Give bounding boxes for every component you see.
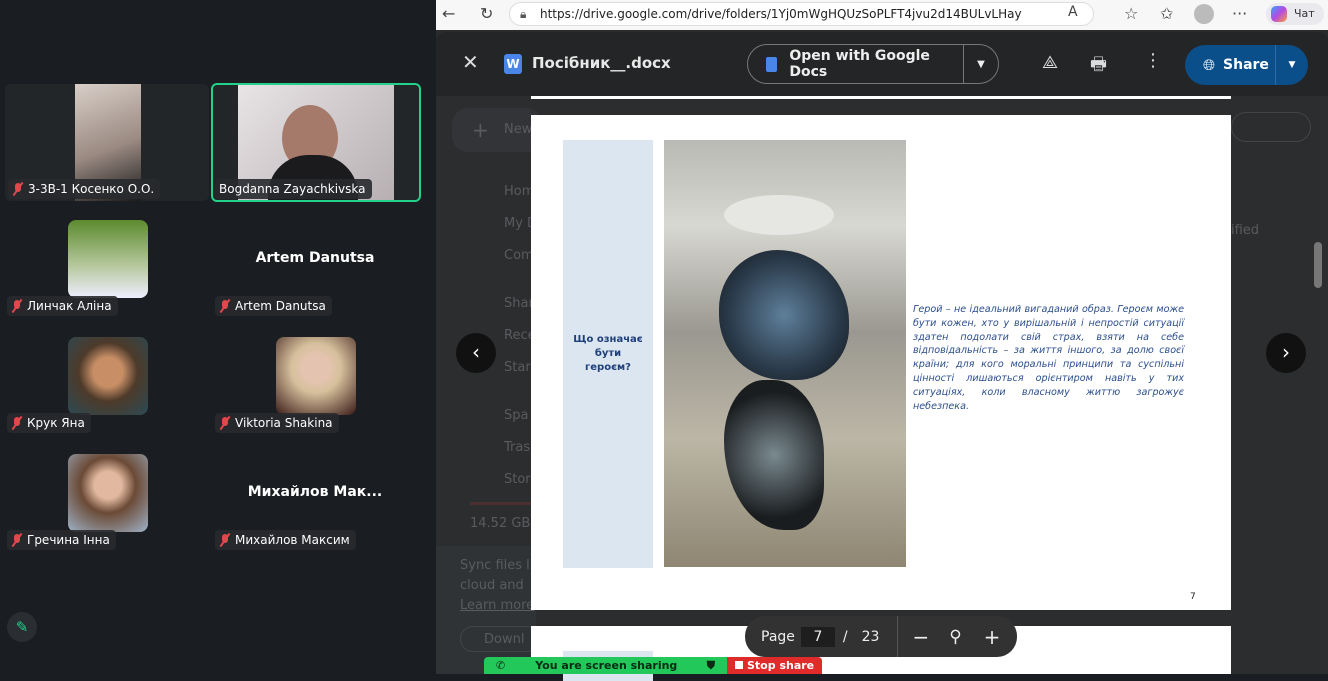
- favorite-star-icon[interactable]: ☆: [1124, 4, 1138, 23]
- print-icon[interactable]: 🖶︎: [1090, 52, 1107, 82]
- document-page: Що означає бути героєм? Герой – не ідеал…: [531, 115, 1231, 610]
- browser-window: ← ↻ 🔒︎ https://drive.google.com/drive/fol…: [436, 0, 1328, 681]
- read-aloud-icon[interactable]: A: [1068, 4, 1078, 20]
- mic-muted-icon: [219, 299, 231, 313]
- stop-icon: [735, 661, 743, 669]
- participant-name-placeholder: Artem Danutsa: [255, 250, 375, 266]
- participant-label: Bogdanna Zayachkivska: [215, 179, 372, 199]
- open-with-button[interactable]: Open with Google Docs ▼: [747, 44, 999, 84]
- participant-avatar: [68, 337, 148, 415]
- share-button[interactable]: 🌐︎ Share ▼: [1185, 45, 1308, 85]
- share-dropdown-icon[interactable]: ▼: [1276, 60, 1308, 70]
- participant-tile[interactable]: 3-3В-1 Косенко О.О.: [5, 84, 209, 201]
- zoom-in-icon[interactable]: +: [984, 625, 1001, 649]
- participant-tile-active[interactable]: Bogdanna Zayachkivska: [211, 83, 421, 202]
- profile-avatar[interactable]: [1194, 4, 1214, 24]
- scrollbar[interactable]: [1314, 242, 1322, 288]
- document-paragraph: Герой – не ідеальний вигаданий образ. Ге…: [913, 304, 1184, 412]
- participant-avatar: [276, 337, 356, 415]
- address-bar[interactable]: 🔒︎ https://drive.google.com/drive/folders…: [509, 2, 1094, 26]
- participant-label: Гречина Інна: [7, 530, 116, 550]
- participant-avatar: [68, 454, 148, 532]
- side-column: Що означає бути героєм?: [563, 140, 653, 568]
- viewer-header: ✕ W Посібник__.docx Open with Google Doc…: [436, 32, 1328, 96]
- annotate-pencil-icon[interactable]: ✎: [7, 612, 37, 642]
- copilot-icon: [1271, 6, 1287, 22]
- participant-label: Линчак Аліна: [7, 296, 118, 316]
- mic-muted-icon: [11, 533, 23, 547]
- phone-icon: ✆: [496, 659, 506, 672]
- zoom-reset-icon[interactable]: ⚲: [949, 627, 961, 647]
- dropdown-arrow-icon[interactable]: ▼: [964, 59, 998, 70]
- mic-muted-icon: [219, 416, 231, 430]
- browser-toolbar: ← ↻ 🔒︎ https://drive.google.com/drive/fol…: [436, 0, 1328, 30]
- word-file-icon: W: [504, 54, 522, 74]
- participant-label: Михайлов Максим: [215, 530, 356, 550]
- previous-arrow-icon[interactable]: ‹: [456, 333, 496, 373]
- participant-label: Viktoria Shakina: [215, 413, 339, 433]
- participant-avatar: [68, 220, 148, 298]
- participant-label: Крук Яна: [7, 413, 91, 433]
- google-docs-icon: [766, 56, 778, 72]
- participant-label: Artem Danutsa: [215, 296, 332, 316]
- page-number-input[interactable]: 7: [800, 626, 835, 647]
- globe-icon: 🌐︎: [1203, 56, 1216, 74]
- reload-icon[interactable]: ↻: [480, 4, 493, 23]
- mic-muted-icon: [12, 182, 24, 196]
- more-icon[interactable]: ···: [1232, 4, 1247, 23]
- copilot-button[interactable]: Чат: [1266, 3, 1324, 25]
- participant-label: 3-3В-1 Косенко О.О.: [8, 179, 161, 199]
- add-shortcut-icon[interactable]: ⟁: [1042, 52, 1058, 73]
- favorites-icon[interactable]: ✩: [1160, 4, 1173, 23]
- lock-icon: 🔒︎: [520, 7, 527, 21]
- shield-icon: ⛊: [706, 658, 715, 672]
- screen-sharing-banner: ✆ You are screen sharing ⛊: [484, 657, 727, 674]
- participant-name-placeholder: Михайлов Мак...: [247, 484, 383, 500]
- zoom-out-icon[interactable]: −: [912, 625, 929, 649]
- next-arrow-icon[interactable]: ›: [1266, 333, 1306, 373]
- mic-muted-icon: [11, 416, 23, 430]
- meeting-gallery: 3-3В-1 Косенко О.О. Bogdanna Zayachkivsk…: [0, 0, 432, 674]
- page-controls: Page 7 / 23 − ⚲ +: [745, 616, 1017, 657]
- more-options-icon[interactable]: ⋮: [1144, 50, 1162, 71]
- stop-share-button[interactable]: Stop share: [727, 657, 822, 674]
- page-number: 7: [1190, 592, 1196, 602]
- back-icon[interactable]: ←: [442, 4, 455, 23]
- hero-illustration: [664, 140, 906, 567]
- mic-muted-icon: [11, 299, 23, 313]
- close-icon[interactable]: ✕: [462, 50, 479, 74]
- file-name: Посібник__.docx: [532, 54, 671, 72]
- mic-muted-icon: [219, 533, 231, 547]
